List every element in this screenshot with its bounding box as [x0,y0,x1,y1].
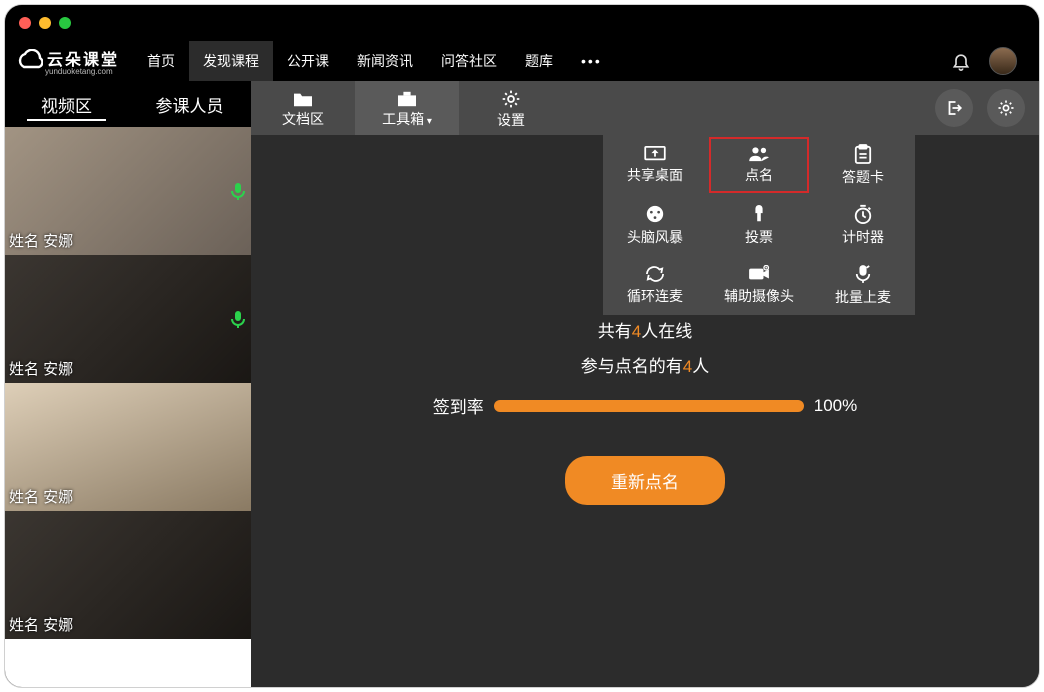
user-avatar[interactable] [989,47,1017,75]
participant-name: 姓名 安娜 [9,230,73,251]
mic-icon [231,182,245,200]
settings-button[interactable] [987,89,1025,127]
dd-share-screen[interactable]: 共享桌面 [603,135,707,195]
people-icon [748,146,770,162]
dd-bulk-mic[interactable]: 批量上麦 [811,255,915,315]
window-close-dot[interactable] [19,17,31,29]
video-cell[interactable]: 姓名 安娜 [5,511,251,639]
toolbox-icon [396,90,418,108]
dd-brainstorm[interactable]: 头脑风暴 [603,195,707,255]
nav-bank[interactable]: 题库 [511,41,567,81]
video-thumb [5,639,251,687]
nav-more[interactable]: ••• [567,41,616,81]
aux-cam-icon [748,265,770,283]
app-window: 云朵课堂 yunduoketang.com 首页 发现课程 公开课 新闻资讯 问… [4,4,1040,688]
video-cell[interactable] [5,639,251,687]
bell-icon[interactable] [951,51,971,71]
top-nav: 云朵课堂 yunduoketang.com 首页 发现课程 公开课 新闻资讯 问… [5,41,1039,81]
vote-icon [750,204,768,224]
cloud-icon [15,49,43,73]
re-rollcall-button[interactable]: 重新点名 [565,456,725,505]
tool-settings[interactable]: 设置 [459,81,563,135]
progress-bar [494,400,804,412]
video-cell[interactable]: 姓名 安娜 [5,383,251,511]
bulk-mic-icon [855,264,871,284]
tool-row: 文档区 工具箱 设置 [251,81,1039,135]
rate-label: 签到率 [433,393,484,418]
toolbox-dropdown: 共享桌面 点名 答题卡 头脑风暴 投票 [603,135,915,315]
rate-value: 100% [814,396,857,416]
window-minimize-dot[interactable] [39,17,51,29]
tool-toolbox[interactable]: 工具箱 [355,81,459,135]
dd-aux-camera[interactable]: 辅助摄像头 [707,255,811,315]
video-cell[interactable]: 姓名 安娜 [5,255,251,383]
share-screen-icon [644,146,666,162]
exit-button[interactable] [935,89,973,127]
card-icon [854,144,872,164]
signin-rate-row: 签到率 100% [433,393,857,418]
mic-icon [231,310,245,328]
logo-sub: yunduoketang.com [45,67,119,76]
gear-icon [501,89,521,109]
participated-stat: 参与点名的有4人 [581,352,709,377]
folder-icon [292,90,314,108]
video-list: 姓名 安娜 姓名 安娜 姓名 安娜 [5,127,251,687]
dd-loop-mic[interactable]: 循环连麦 [603,255,707,315]
dd-answer-card[interactable]: 答题卡 [811,135,915,195]
video-cell[interactable]: 姓名 安娜 [5,127,251,255]
participant-name: 姓名 安娜 [9,486,73,507]
participant-name: 姓名 安娜 [9,614,73,635]
online-stat: 共有4人在线 [598,317,692,342]
nav-open-class[interactable]: 公开课 [273,41,343,81]
main-area: 文档区 工具箱 设置 [251,81,1039,687]
dd-roll-call[interactable]: 点名 [707,135,811,195]
exit-icon [945,99,963,117]
dd-timer[interactable]: 计时器 [811,195,915,255]
brainstorm-icon [645,204,665,224]
loop-mic-icon [644,265,666,283]
tab-video-area[interactable]: 视频区 [5,81,128,127]
nav-qa[interactable]: 问答社区 [427,41,511,81]
window-maximize-dot[interactable] [59,17,71,29]
nav-discover[interactable]: 发现课程 [189,41,273,81]
window-titlebar [5,5,1039,41]
logo[interactable]: 云朵课堂 yunduoketang.com [15,46,119,76]
nav-news[interactable]: 新闻资讯 [343,41,427,81]
nav-home[interactable]: 首页 [133,41,189,81]
tool-doc-area[interactable]: 文档区 [251,81,355,135]
participant-name: 姓名 安娜 [9,358,73,379]
tab-participants[interactable]: 参课人员 [128,81,251,127]
gear-icon [997,99,1015,117]
timer-icon [853,204,873,224]
sidebar: 视频区 参课人员 姓名 安娜 姓名 安娜 [5,81,251,687]
dd-vote[interactable]: 投票 [707,195,811,255]
